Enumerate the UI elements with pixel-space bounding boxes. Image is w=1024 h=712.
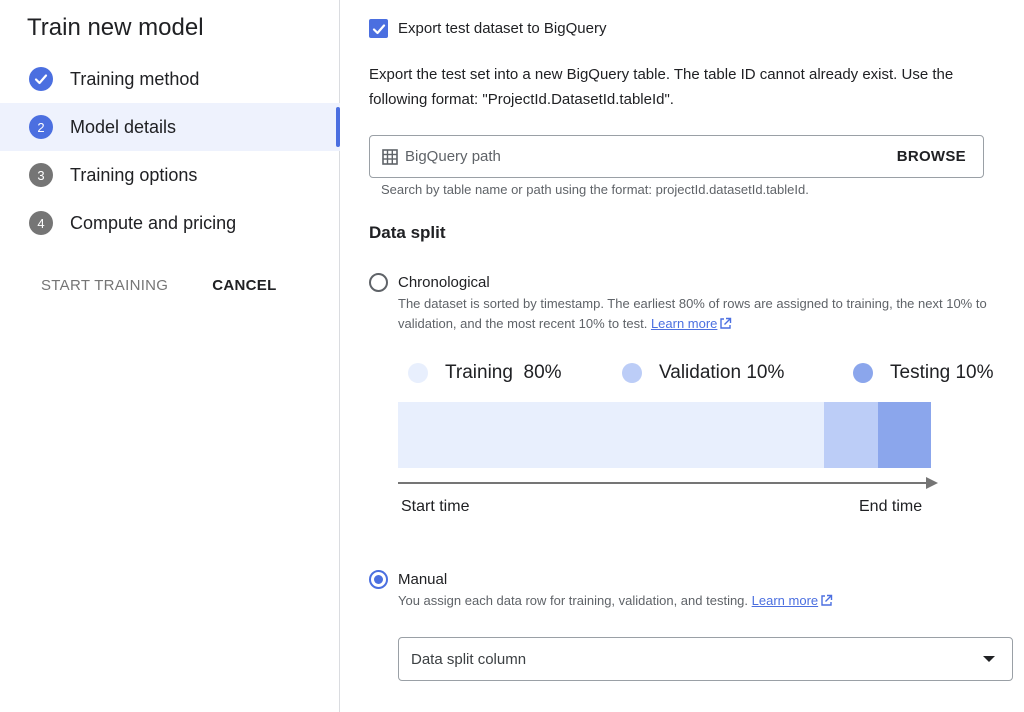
legend-label: Testing 10% — [890, 362, 994, 383]
start-training-button[interactable]: START TRAINING — [41, 277, 168, 294]
manual-desc-text: You assign each data row for training, v… — [398, 593, 749, 608]
step-number: 3 — [29, 163, 53, 187]
legend-testing: Testing 10% — [853, 362, 994, 384]
step-number: 2 — [29, 115, 53, 139]
page-title: Train new model — [27, 14, 204, 41]
step-label: Compute and pricing — [70, 212, 237, 233]
sidebar-actions: START TRAINING CANCEL — [41, 277, 277, 294]
split-segment-training — [398, 402, 825, 468]
legend-label: Training 80% — [445, 362, 562, 383]
split-segment-validation — [824, 402, 878, 468]
check-icon — [372, 23, 385, 34]
data-split-title: Data split — [369, 223, 446, 242]
chronological-description: The dataset is sorted by timestamp. The … — [398, 294, 1008, 334]
external-link-icon — [720, 317, 732, 329]
manual-description: You assign each data row for training, v… — [398, 591, 1008, 611]
step-number: 4 — [29, 211, 53, 235]
browse-button[interactable]: BROWSE — [897, 148, 966, 165]
step-label: Training options — [70, 164, 198, 185]
export-checkbox-label: Export test dataset to BigQuery — [398, 20, 607, 37]
step-model-details[interactable]: 2 Model details — [0, 103, 340, 151]
axis-start-label: Start time — [401, 498, 470, 515]
learn-more-link[interactable]: Learn more — [752, 593, 818, 608]
step-label: Training method — [70, 68, 200, 89]
step-compute-pricing[interactable]: 4 Compute and pricing — [0, 199, 340, 247]
table-icon — [382, 149, 398, 165]
split-segment-testing — [877, 402, 931, 468]
export-description: Export the test set into a new BigQuery … — [369, 66, 954, 108]
check-icon — [29, 67, 53, 91]
export-checkbox[interactable] — [369, 19, 388, 38]
chronological-label: Chronological — [398, 274, 490, 291]
cancel-button[interactable]: CANCEL — [212, 277, 276, 294]
external-link-icon — [821, 594, 833, 606]
chronological-radio[interactable] — [369, 273, 388, 292]
bigquery-path-hint: Search by table name or path using the f… — [381, 182, 809, 197]
manual-radio[interactable] — [369, 570, 388, 589]
data-split-bar — [398, 402, 931, 468]
time-axis — [398, 482, 928, 484]
legend-dot — [622, 363, 642, 383]
bigquery-path-input[interactable]: BigQuery path BROWSE — [369, 135, 984, 178]
data-split-column-select[interactable]: Data split column — [398, 637, 1013, 681]
legend-dot — [853, 363, 873, 383]
legend-validation: Validation 10% — [622, 362, 784, 384]
main-panel: Export test dataset to BigQuery Export t… — [341, 0, 1024, 712]
axis-end-label: End time — [859, 498, 923, 515]
manual-label: Manual — [398, 571, 448, 588]
dropdown-arrow-icon — [983, 656, 995, 662]
step-training-method[interactable]: Training method — [0, 55, 340, 103]
sidebar: Train new model Training method 2 Model … — [0, 0, 340, 712]
legend-dot — [408, 363, 428, 383]
step-training-options[interactable]: 3 Training options — [0, 151, 340, 199]
step-label: Model details — [70, 116, 177, 137]
learn-more-link[interactable]: Learn more — [651, 316, 717, 331]
arrow-right-icon — [926, 477, 938, 489]
bigquery-path-placeholder: BigQuery path — [405, 148, 501, 165]
select-value: Data split column — [411, 651, 527, 668]
legend-label: Validation 10% — [659, 362, 785, 383]
legend-training: Training 80% — [408, 362, 562, 384]
